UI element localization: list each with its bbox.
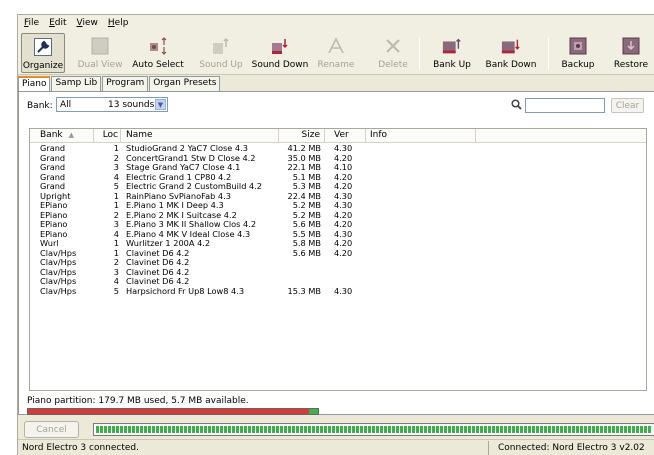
backup-icon: [568, 36, 588, 56]
cell-size: 15.3 MB: [287, 285, 321, 296]
sound-down-icon: [270, 36, 290, 56]
sound-count: 13 sounds: [108, 99, 155, 110]
bank-down-icon: [501, 36, 521, 56]
tab-organ-presets[interactable]: Organ Presets: [149, 76, 221, 91]
action-area: Cancel: [18, 415, 654, 439]
partition-available-fill: [309, 409, 318, 414]
sound-up-icon: [211, 36, 231, 56]
table-body: Grand 1 StudioGrand 2 YaC7 Close 4.3 41.2 M…: [30, 143, 646, 297]
menu-bar: File Edit View Help: [18, 15, 654, 31]
cancel-button[interactable]: Cancel: [24, 421, 79, 438]
bank-select[interactable]: All 13 sounds ▼: [56, 97, 168, 112]
column-header-loc[interactable]: Loc: [94, 129, 121, 143]
column-header-ver[interactable]: Ver: [325, 129, 366, 143]
table-row[interactable]: Clav/Hps 1 Clavinet D6 4.2 5.6 MB 4.20: [30, 247, 646, 259]
dual-view-button[interactable]: Dual View: [78, 33, 122, 73]
tab-strip: Piano Samp Lib Program Organ Presets: [18, 76, 221, 92]
search-icon: [511, 99, 522, 113]
transfer-progress-bar: [93, 423, 654, 436]
status-divider: [488, 441, 489, 455]
bank-down-button[interactable]: Bank Down: [485, 33, 537, 73]
delete-button[interactable]: Delete: [375, 33, 411, 73]
chevron-down-icon[interactable]: ▼: [155, 99, 166, 110]
toolbar-separator: [548, 37, 549, 69]
dual-view-icon: [90, 36, 110, 56]
sound-down-button[interactable]: Sound Down: [252, 33, 308, 73]
app-window: File Edit View Help Organize Dual View A…: [17, 14, 654, 455]
piano-panel: Bank: All 13 sounds ▼ Clear Bank ▲ Loc Na…: [18, 91, 654, 415]
rename-icon: [326, 36, 346, 56]
menu-edit[interactable]: Edit: [49, 18, 66, 28]
partition-label: Piano partition: 179.7 MB used, 5.7 MB a…: [27, 396, 249, 406]
status-bar: Nord Electro 3 connected. Connected: Nor…: [18, 439, 654, 455]
cell-ver: 4.30: [334, 285, 353, 296]
menu-help[interactable]: Help: [108, 18, 129, 28]
status-connection: Nord Electro 3 connected.: [22, 443, 139, 453]
tab-piano[interactable]: Piano: [18, 76, 51, 92]
search-input[interactable]: [525, 98, 605, 113]
column-header-info[interactable]: Info: [366, 129, 476, 143]
cell-bank: Clav/Hps: [40, 285, 77, 296]
cell-loc: 5: [113, 285, 119, 296]
column-header-name[interactable]: Name: [121, 129, 279, 143]
partition-used-fill: [28, 409, 309, 414]
tab-program[interactable]: Program: [102, 76, 149, 91]
column-header-size[interactable]: Size: [279, 129, 325, 143]
column-header-bank[interactable]: Bank ▲: [30, 129, 94, 143]
sound-up-button[interactable]: Sound Up: [198, 33, 244, 73]
table-row[interactable]: Clav/Hps 2 Clavinet D6 4.2: [30, 257, 646, 268]
toolbar: Organize Dual View Auto Select Sound Up: [18, 31, 654, 75]
cell-size: 5.6 MB: [292, 247, 321, 258]
auto-select-button[interactable]: Auto Select: [131, 33, 185, 73]
sound-table: Bank ▲ Loc Name Size Ver Info Grand 1 Studi…: [29, 128, 647, 391]
restore-icon: [621, 36, 641, 56]
auto-select-icon: [148, 36, 168, 56]
backup-button[interactable]: Backup: [558, 33, 598, 73]
table-row[interactable]: Clav/Hps 5 Harpsichord Fr Up8 Low8 4.3 15.3…: [30, 285, 646, 297]
sort-ascending-icon: ▲: [68, 131, 74, 139]
bank-label: Bank:: [27, 101, 53, 111]
cell-ver: 4.20: [334, 247, 353, 258]
tab-samp-lib[interactable]: Samp Lib: [51, 76, 102, 91]
wrench-icon: [33, 37, 53, 57]
table-row[interactable]: Clav/Hps 3 Clavinet D6 4.2: [30, 267, 646, 278]
partition-usage-bar: [27, 408, 319, 415]
status-device: Connected: Nord Electro 3 v2.02: [498, 443, 645, 453]
clear-button[interactable]: Clear: [611, 98, 644, 113]
progress-fill: [96, 426, 652, 433]
restore-button[interactable]: Restore: [611, 33, 651, 73]
bank-up-button[interactable]: Bank Up: [432, 33, 472, 73]
menu-view[interactable]: View: [77, 18, 98, 28]
cell-name: Harpsichord Fr Up8 Low8 4.3: [126, 285, 245, 296]
menu-file[interactable]: File: [24, 18, 39, 28]
delete-icon: [383, 36, 403, 56]
bank-select-value: All: [60, 99, 72, 110]
bank-up-icon: [442, 36, 462, 56]
toolbar-separator: [419, 37, 420, 69]
table-header: Bank ▲ Loc Name Size Ver Info: [30, 129, 646, 143]
rename-button[interactable]: Rename: [316, 33, 356, 73]
organize-button[interactable]: Organize: [21, 33, 65, 73]
